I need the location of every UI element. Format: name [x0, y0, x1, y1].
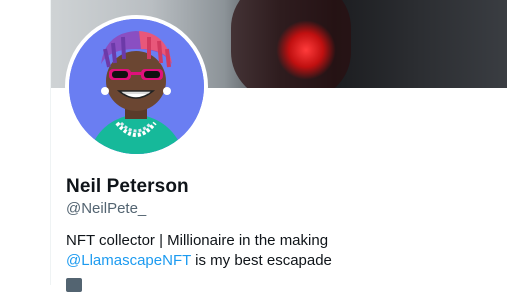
- profile-bio: NFT collector | Millionaire in the makin…: [66, 231, 332, 271]
- left-gutter: [0, 0, 50, 285]
- profile-name: Neil Peterson: [66, 176, 189, 197]
- profile-handle: @NeilPete_: [66, 200, 147, 217]
- avatar-illustration: [69, 19, 204, 154]
- bio-suffix: is my best escapade: [191, 252, 332, 269]
- bio-mention-link[interactable]: @LlamascapeNFT: [66, 252, 191, 269]
- bio-line-2: @LlamascapeNFT is my best escapade: [66, 251, 332, 271]
- banner-red-glow: [276, 20, 336, 80]
- calendar-icon: [66, 278, 82, 292]
- bio-line-1: NFT collector | Millionaire in the makin…: [66, 232, 329, 249]
- profile-avatar[interactable]: [69, 19, 204, 154]
